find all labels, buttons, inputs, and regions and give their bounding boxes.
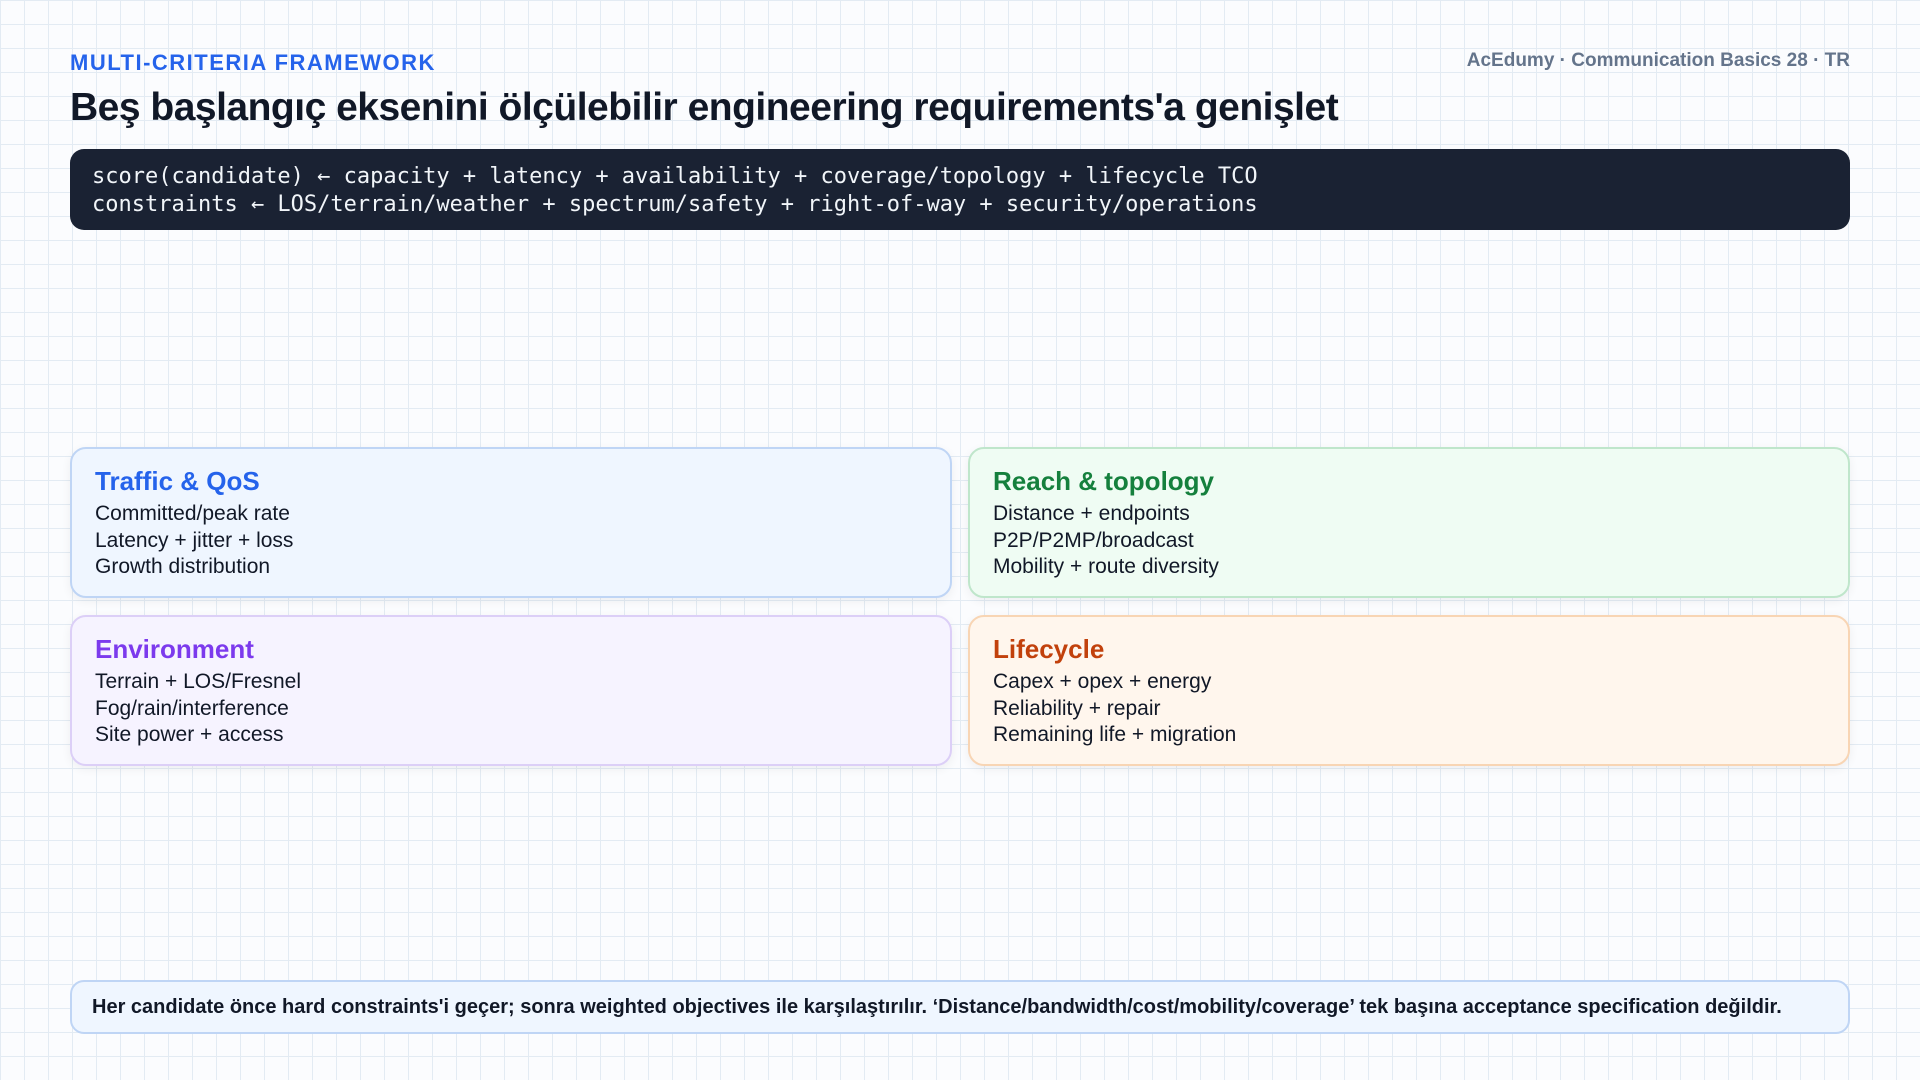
formula-constraints-line: constraints ← LOS/terrain/weather + spec… [92, 192, 1258, 217]
page-title: Beş başlangıç eksenini ölçülebilir engin… [70, 86, 1339, 129]
card-line: Remaining life + migration [993, 723, 1237, 746]
eyebrow-label: MULTI-CRITERIA FRAMEWORK [70, 50, 436, 75]
card-reach-topology: Reach & topology Distance + endpoints P2… [968, 447, 1850, 598]
card-line: Mobility + route diversity [993, 555, 1219, 578]
card-line: P2P/P2MP/broadcast [993, 528, 1194, 552]
card-line: Latency + jitter + loss [95, 528, 294, 552]
card-line: Reliability + repair [993, 696, 1161, 720]
card-line: Capex + opex + energy [993, 670, 1212, 693]
card-traffic-qos: Traffic & QoS Committed/peak rate Latenc… [70, 447, 952, 598]
card-lifecycle: Lifecycle Capex + opex + energy Reliabil… [968, 615, 1850, 766]
card-title: Environment [95, 634, 254, 664]
card-title: Reach & topology [993, 466, 1215, 496]
footer-note: Her candidate önce hard constraints'i ge… [70, 980, 1850, 1034]
formula-score-line: score(candidate) ← capacity + latency + … [92, 164, 1258, 189]
card-line: Terrain + LOS/Fresnel [95, 670, 302, 693]
card-line: Site power + access [95, 723, 284, 746]
brand-label: AcEdumy · Communication Basics 28 · TR [1466, 50, 1850, 71]
card-title: Traffic & QoS [95, 466, 260, 496]
card-line: Committed/peak rate [95, 502, 290, 525]
card-line: Distance + endpoints [993, 502, 1190, 525]
card-title: Lifecycle [993, 634, 1105, 664]
footer-note-text: Her candidate önce hard constraints'i ge… [92, 995, 1782, 1018]
card-environment: Environment Terrain + LOS/Fresnel Fog/ra… [70, 615, 952, 766]
card-line: Fog/rain/interference [95, 696, 289, 720]
formula-block: score(candidate) ← capacity + latency + … [70, 149, 1850, 230]
card-line: Growth distribution [95, 555, 271, 578]
